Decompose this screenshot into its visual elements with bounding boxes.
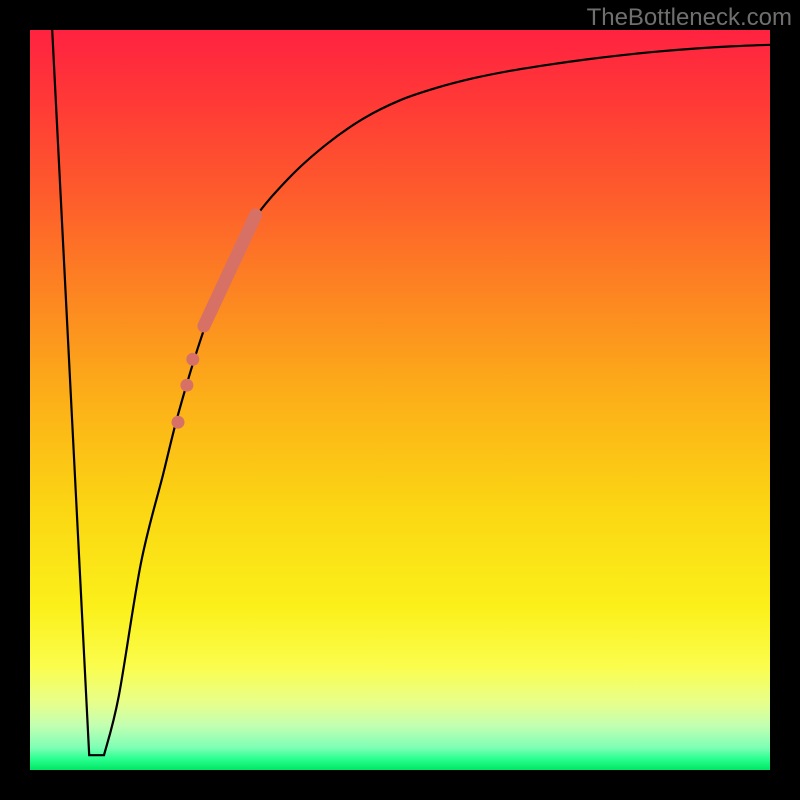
gradient-background: [30, 30, 770, 770]
highlight-dot: [172, 416, 185, 429]
highlight-dot: [180, 379, 193, 392]
chart-container: TheBottleneck.com: [0, 0, 800, 800]
plot-area: [30, 30, 770, 770]
chart-svg: [30, 30, 770, 770]
highlight-dot: [186, 353, 199, 366]
watermark: TheBottleneck.com: [587, 4, 792, 32]
